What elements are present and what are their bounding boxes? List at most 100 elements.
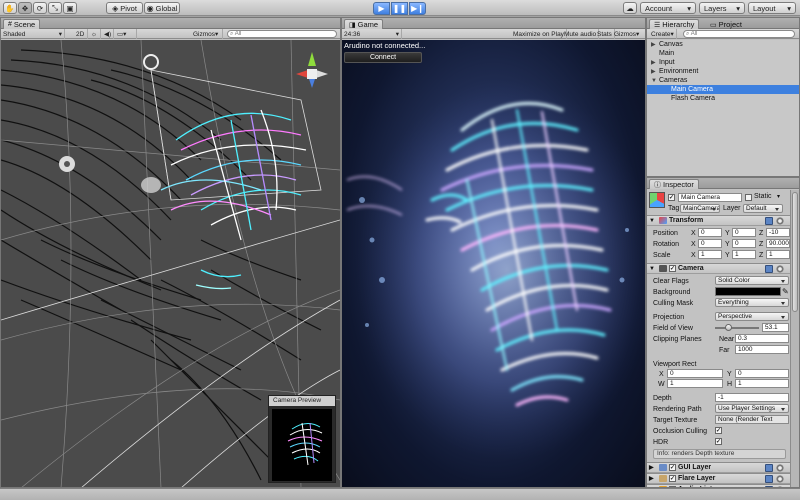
pause-button[interactable]: ❚❚ [391,2,408,15]
account-dropdown[interactable]: Account ▾ [640,2,696,14]
hierarchy-item[interactable]: Flash Camera [647,94,799,103]
orientation-gizmo[interactable] [292,50,332,90]
help-book-icon[interactable] [765,464,773,472]
game-gizmos-dropdown[interactable]: Gizmos ▾ [612,29,641,39]
layout-dropdown[interactable]: Layout ▾ [748,2,796,14]
scene-search-input[interactable]: ⌕ All [227,30,337,38]
hierarchy-search-input[interactable]: ⌕ All [683,30,795,38]
gear-icon[interactable] [776,464,784,472]
help-book-icon[interactable] [765,217,773,225]
fov-slider-handle[interactable] [725,324,733,331]
layer-dropdown[interactable]: Default [743,204,783,213]
viewport-x-field[interactable]: 0 [667,369,723,378]
tab-project[interactable]: ▭ Project [705,19,747,29]
gear-icon[interactable] [776,265,784,273]
scale-tool-button[interactable]: ⤡ [48,2,62,14]
mode-2d-toggle[interactable]: 2D [74,29,88,39]
clear-flags-dropdown[interactable]: Solid Color [715,276,789,285]
position-z-field[interactable]: -10 [766,228,790,237]
viewport-y-field[interactable]: 0 [735,369,789,378]
tag-dropdown[interactable]: MainCamera [680,204,720,213]
rotation-y-field[interactable]: 0 [732,239,756,248]
object-name-field[interactable]: Main Camera [678,193,742,202]
component-header[interactable]: ▶ ✓ GUI Layer [647,462,790,473]
gear-icon[interactable] [776,486,784,487]
gear-icon[interactable] [776,217,784,225]
hierarchy-item[interactable]: ▶ Canvas [647,40,799,49]
projection-dropdown[interactable]: Perspective [715,312,789,321]
component-header[interactable]: ▶ ✓ Flare Layer [647,473,790,484]
scale-x-field[interactable]: 1 [698,250,722,259]
background-color-swatch[interactable] [715,287,781,296]
step-button[interactable]: ▶❙ [409,2,426,15]
hierarchy-item[interactable]: Main Camera [647,85,799,94]
rotate-tool-button[interactable]: ⟳ [33,2,47,14]
near-field[interactable]: 0.3 [735,334,789,343]
depth-field[interactable]: -1 [715,393,789,402]
fov-slider-track[interactable] [715,327,759,329]
fov-value-field[interactable]: 53.1 [762,323,789,332]
occlusion-culling-checkbox[interactable]: ✓ [715,427,722,434]
far-field[interactable]: 1000 [735,345,789,354]
scale-z-field[interactable]: 1 [766,250,790,259]
pivot-button[interactable]: ◈ Pivot [106,2,143,14]
hierarchy-item[interactable]: Main [647,49,799,58]
rotation-z-field[interactable]: 90.000 [766,239,790,248]
component-header[interactable]: ▶ ✓Audio Listener [647,484,790,487]
hierarchy-item[interactable]: ▶ Input [647,58,799,67]
component-enabled-checkbox[interactable]: ✓ [669,475,676,482]
hierarchy-item[interactable]: ▶ Environment [647,67,799,76]
camera-component-header[interactable]: ▼ ✓ Camera [647,263,790,274]
viewport-h-field[interactable]: 1 [735,379,789,388]
create-dropdown[interactable]: Create ▾ [649,29,677,39]
mute-audio-toggle[interactable]: Mute audio [562,29,600,39]
tab-hierarchy[interactable]: ☰ Hierarchy [649,19,700,29]
transform-component-header[interactable]: ▼ Transform [647,215,790,226]
camera-enabled-checkbox[interactable]: ✓ [669,265,676,272]
audio-toggle[interactable]: ◀) [102,29,114,39]
rendering-path-dropdown[interactable]: Use Player Settings [715,404,789,413]
tab-inspector[interactable]: ⓘ Inspector [649,179,699,189]
active-checkbox[interactable]: ✓ [668,194,675,201]
depth-label: Depth [653,394,672,402]
gear-icon[interactable] [776,475,784,483]
chevron-down-icon[interactable]: ▾ [777,193,780,200]
component-enabled-checkbox[interactable]: ✓ [669,464,676,471]
scene-gizmos-dropdown[interactable]: Gizmos ▾ [191,29,223,39]
target-texture-field[interactable]: None (Render Text [715,415,789,424]
viewport-w-field[interactable]: 1 [667,379,723,388]
scene-viewport[interactable]: Camera Preview [1,40,340,487]
tab-game[interactable]: ◨ Game [344,19,384,29]
rotation-x-field[interactable]: 0 [698,239,722,248]
shading-dropdown[interactable]: Shaded ▾ [1,29,65,39]
tab-scene[interactable]: # Scene [3,19,41,29]
inspector-scrollbar-thumb[interactable] [792,192,798,312]
inspector-scrollbar[interactable] [790,190,799,487]
aspect-dropdown[interactable]: 24:36 ▾ [342,29,402,39]
layers-dropdown[interactable]: Layers ▾ [699,2,745,14]
play-button[interactable]: ▶ [373,2,390,15]
culling-mask-dropdown[interactable]: Everything [715,298,789,307]
move-icon: ✥ [21,3,29,13]
scale-y-field[interactable]: 1 [732,250,756,259]
lighting-toggle[interactable]: ☼ [89,29,101,39]
eyedropper-icon[interactable]: ✎ [782,287,789,296]
hierarchy-tree: ▶ Canvas Main ▶ Input ▶ Environment ▼ Cameras Mai… [647,40,799,176]
move-tool-button[interactable]: ✥ [18,2,32,14]
effects-dropdown[interactable]: ▭ ▾ [115,29,137,39]
help-book-icon[interactable] [765,475,773,483]
rect-tool-button[interactable]: ▣ [63,2,77,14]
game-viewport[interactable]: Arudino not connected... Connect [342,40,645,487]
help-book-icon[interactable] [765,265,773,273]
cloud-button[interactable]: ☁ [623,2,637,14]
maximize-on-play-toggle[interactable]: Maximize on Play [511,29,567,39]
static-checkbox[interactable] [745,194,752,201]
hand-tool-button[interactable]: ✋ [3,2,17,14]
position-y-field[interactable]: 0 [732,228,756,237]
component-enabled-checkbox[interactable]: ✓ [669,486,676,487]
help-book-icon[interactable] [765,486,773,487]
hierarchy-item[interactable]: ▼ Cameras [647,76,799,85]
position-x-field[interactable]: 0 [698,228,722,237]
global-button[interactable]: ◉ Global [144,2,180,14]
hdr-checkbox[interactable]: ✓ [715,438,722,445]
